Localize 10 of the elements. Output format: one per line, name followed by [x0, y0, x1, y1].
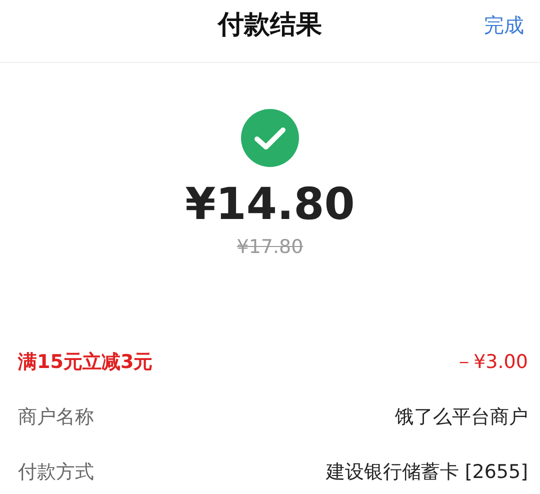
detail-label: 满15元立减3元: [18, 350, 153, 376]
detail-label: 商户名称: [18, 405, 94, 430]
paid-amount: ¥14.80: [185, 179, 355, 232]
page-title: 付款结果: [218, 8, 322, 42]
detail-value: 饿了么平台商户: [395, 405, 528, 430]
original-amount: ¥17.80: [236, 236, 304, 258]
detail-label: 付款方式: [18, 460, 94, 486]
detail-value: －¥3.00: [454, 350, 528, 376]
done-button[interactable]: 完成: [482, 10, 526, 41]
detail-value: 建设银行储蓄卡 [2655]: [326, 460, 528, 486]
